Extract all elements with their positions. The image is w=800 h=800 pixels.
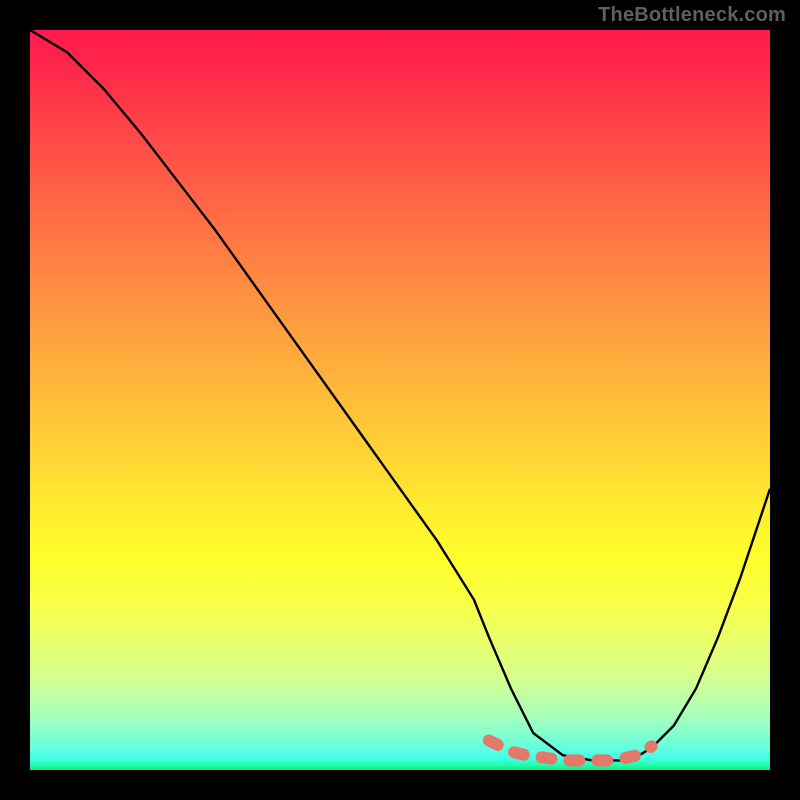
bottleneck-curve <box>30 30 770 760</box>
curve-layer <box>30 30 770 770</box>
marker-region <box>489 740 652 760</box>
watermark-text: TheBottleneck.com <box>598 4 786 27</box>
chart-frame: TheBottleneck.com <box>0 0 800 800</box>
plot-area <box>30 30 770 770</box>
